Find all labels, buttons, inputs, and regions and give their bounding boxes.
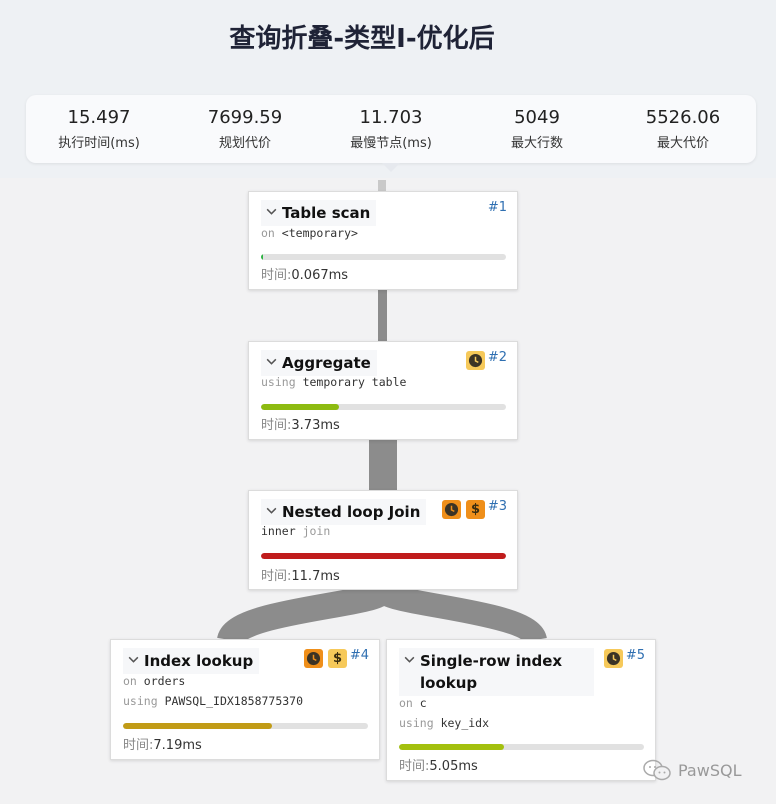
plan-node-1[interactable]: Table scan #1 on <temporary> 时间:0.067ms: [248, 191, 518, 290]
clock-icon: [604, 649, 623, 668]
node-detail: using PAWSQL_IDX1858775370: [123, 694, 304, 708]
node-detail: on <temporary>: [261, 226, 358, 240]
node-time: 时间:7.19ms: [123, 738, 202, 753]
node-title: Index lookup: [144, 652, 254, 670]
node-header[interactable]: Nested loop Join: [261, 499, 427, 525]
edge-root-stub: [378, 180, 386, 191]
node-detail: on orders: [123, 674, 186, 688]
plan-node-5[interactable]: Single-row index lookup #5 on c using ke…: [386, 639, 656, 781]
clock-icon: [304, 649, 323, 668]
node-id: #4: [349, 648, 369, 663]
node-time: 时间:3.73ms: [261, 418, 340, 433]
node-id: #2: [487, 350, 507, 365]
watermark: PawSQL: [642, 758, 741, 782]
wechat-icon: [643, 759, 671, 781]
dollar-icon: $: [466, 500, 485, 519]
edge-3-4: [217, 581, 396, 646]
node-badges: $: [442, 500, 485, 519]
node-header[interactable]: Aggregate: [261, 350, 377, 376]
node-title: Aggregate: [282, 354, 371, 372]
node-header[interactable]: Index lookup: [123, 648, 260, 674]
node-time: 时间:5.05ms: [399, 759, 478, 774]
plan-node-4[interactable]: Index lookup $ #4 on orders using PAWSQL…: [110, 639, 380, 760]
clock-icon: [442, 500, 461, 519]
node-header[interactable]: Table scan: [261, 200, 377, 226]
progress-fill: [261, 254, 264, 260]
chevron-down-icon[interactable]: [403, 653, 416, 666]
progress-bar: [261, 404, 506, 410]
progress-bar: [399, 744, 644, 750]
edge-1-2: [378, 290, 387, 342]
node-detail: using key_idx: [399, 716, 490, 730]
clock-icon: [466, 351, 485, 370]
node-title: Single-row index lookup: [420, 652, 563, 692]
plan-node-2[interactable]: Aggregate #2 using temporary table 时间:3.…: [248, 341, 518, 440]
node-id: #5: [625, 648, 645, 663]
plan-node-3[interactable]: Nested loop Join $ #3 inner join 时间:11.7…: [248, 490, 518, 590]
progress-bar: [261, 254, 506, 260]
progress-fill: [261, 404, 340, 410]
chevron-down-icon[interactable]: [127, 653, 140, 666]
node-badges: [604, 649, 623, 668]
node-header[interactable]: Single-row index lookup: [399, 648, 594, 696]
node-time: 时间:0.067ms: [261, 268, 349, 283]
watermark-text: PawSQL: [678, 760, 742, 780]
node-detail: on c: [399, 696, 427, 710]
chevron-down-icon[interactable]: [265, 205, 278, 218]
node-badges: $: [304, 649, 347, 668]
node-id: #1: [487, 200, 507, 215]
progress-bar: [123, 723, 368, 729]
chevron-down-icon[interactable]: [265, 355, 278, 368]
node-title: Table scan: [282, 204, 371, 222]
node-id: #3: [487, 499, 507, 514]
progress-fill: [399, 744, 505, 750]
node-detail: using temporary table: [261, 375, 407, 389]
node-time: 时间:11.7ms: [261, 569, 340, 584]
progress-fill: [261, 553, 506, 559]
node-detail: inner join: [261, 524, 331, 538]
edge-3-5: [371, 582, 547, 646]
chevron-down-icon[interactable]: [265, 504, 278, 517]
node-badges: [466, 351, 485, 370]
edge-2-3: [369, 439, 397, 490]
node-title: Nested loop Join: [282, 503, 421, 521]
progress-fill: [123, 723, 273, 729]
progress-bar: [261, 553, 506, 559]
dollar-icon: $: [328, 649, 347, 668]
